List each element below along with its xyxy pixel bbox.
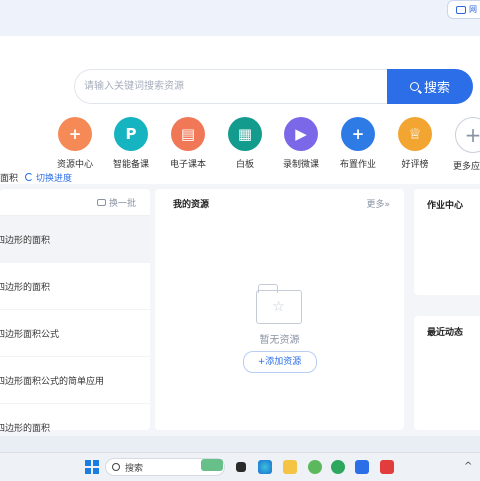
empty-message: 暂无资源 xyxy=(259,335,300,346)
tool-label: 录制微课 xyxy=(282,160,319,170)
refresh-button[interactable]: 换一批 xyxy=(109,196,136,209)
trophy-icon: ♕ xyxy=(398,117,432,151)
tool-more-apps[interactable]: + 更多应 xyxy=(440,117,480,172)
footer-strip xyxy=(0,436,480,452)
recommend-card: 换一批 四边形的面积 四边形的面积 四边形面积公式 四边形面积公式的简单应用 四… xyxy=(0,189,150,451)
list-item-label: 四边形面积公式 xyxy=(0,329,60,340)
search-button[interactable]: 搜索 xyxy=(387,69,473,104)
list-item-label: 四边形的面积 xyxy=(0,282,51,293)
task-view-icon[interactable] xyxy=(236,462,246,472)
tool-resource-center[interactable]: + 资源中心 xyxy=(45,117,105,170)
tool-label: 布置作业 xyxy=(339,160,376,170)
course-bar: 面积 切换进度 xyxy=(0,169,72,185)
top-strip xyxy=(0,0,480,36)
empty-folder-icon: ☆ xyxy=(255,284,304,324)
tool-label: 更多应 xyxy=(453,162,480,172)
activity-card: 最近动态 xyxy=(414,316,480,430)
plus-icon: + xyxy=(455,117,480,153)
activity-title: 最近动态 xyxy=(427,328,464,338)
recommend-header: 换一批 xyxy=(0,189,150,216)
course-title: 面积 xyxy=(0,173,19,184)
search-icon xyxy=(409,82,419,91)
widget-icon[interactable] xyxy=(201,459,223,471)
file-explorer-icon[interactable] xyxy=(283,460,297,474)
chevron-up-icon[interactable]: ^ xyxy=(464,461,472,477)
tool-label: 电子课本 xyxy=(169,160,206,170)
resource-center-icon: + xyxy=(58,117,92,151)
list-item[interactable]: 四边形的面积 xyxy=(0,263,150,310)
list-item-label: 四边形的面积 xyxy=(0,423,51,434)
edge-browser-icon[interactable] xyxy=(258,460,272,474)
tool-assignment[interactable]: + 布置作业 xyxy=(328,117,388,170)
search-button-label: 搜索 xyxy=(423,81,450,96)
switch-progress-link[interactable]: 切换进度 xyxy=(25,171,72,184)
app-icon[interactable] xyxy=(355,460,369,474)
app-icon[interactable] xyxy=(380,460,394,474)
more-link[interactable]: 更多» xyxy=(366,197,390,210)
tool-leaderboard[interactable]: ♕ 好评榜 xyxy=(385,117,445,170)
list-item[interactable]: 四边形的面积 xyxy=(0,216,150,263)
taskbar: 搜索 ^ xyxy=(0,452,480,481)
tool-ebook[interactable]: ▤ 电子课本 xyxy=(158,117,218,170)
empty-state: ☆ 暂无资源 +添加资源 xyxy=(155,284,404,373)
list-item-label: 四边形面积公式的简单应用 xyxy=(0,376,105,387)
search-input[interactable] xyxy=(74,69,404,104)
top-pill-button[interactable]: 网 xyxy=(447,0,480,19)
wechat-icon[interactable] xyxy=(331,460,345,474)
smart-prep-icon: P xyxy=(114,117,148,151)
switch-progress-label: 切换进度 xyxy=(36,173,73,184)
list-item[interactable]: 四边形面积公式 xyxy=(0,310,150,357)
my-resources-card: 我的资源 更多» ☆ 暂无资源 +添加资源 xyxy=(155,189,404,430)
screen-icon xyxy=(456,5,466,14)
refresh-icon xyxy=(96,198,106,206)
tool-label: 智能备课 xyxy=(112,160,149,170)
tool-whiteboard[interactable]: ▦ 白板 xyxy=(215,117,275,170)
tool-record[interactable]: ▶ 录制微课 xyxy=(271,117,331,170)
homework-title: 作业中心 xyxy=(427,201,464,211)
tool-grid: + 资源中心 P 智能备课 ▤ 电子课本 ▦ 白板 ▶ 录制微课 + 布置作业 … xyxy=(0,117,480,173)
my-resources-title: 我的资源 xyxy=(173,199,210,210)
tool-label: 好评榜 xyxy=(401,160,429,170)
ebook-icon: ▤ xyxy=(171,117,205,151)
add-resource-button[interactable]: +添加资源 xyxy=(242,351,317,373)
list-item[interactable]: 四边形面积公式的简单应用 xyxy=(0,357,150,404)
windows-start-icon[interactable] xyxy=(85,460,99,474)
top-pill-label: 网 xyxy=(469,5,477,14)
switch-icon xyxy=(25,173,34,181)
whiteboard-icon: ▦ xyxy=(228,117,262,151)
assignment-icon: + xyxy=(341,117,375,151)
homework-card: 作业中心 xyxy=(414,189,480,295)
taskbar-search-label: 搜索 xyxy=(125,463,144,474)
tool-label: 白板 xyxy=(235,160,254,170)
list-item-label: 四边形的面积 xyxy=(0,235,51,246)
app-icon[interactable] xyxy=(308,460,322,474)
search-bar: 搜索 xyxy=(74,69,473,104)
tool-smart-prep[interactable]: P 智能备课 xyxy=(101,117,161,170)
record-icon: ▶ xyxy=(284,117,318,151)
my-resources-header: 我的资源 更多» xyxy=(155,189,404,217)
search-icon xyxy=(112,463,120,471)
